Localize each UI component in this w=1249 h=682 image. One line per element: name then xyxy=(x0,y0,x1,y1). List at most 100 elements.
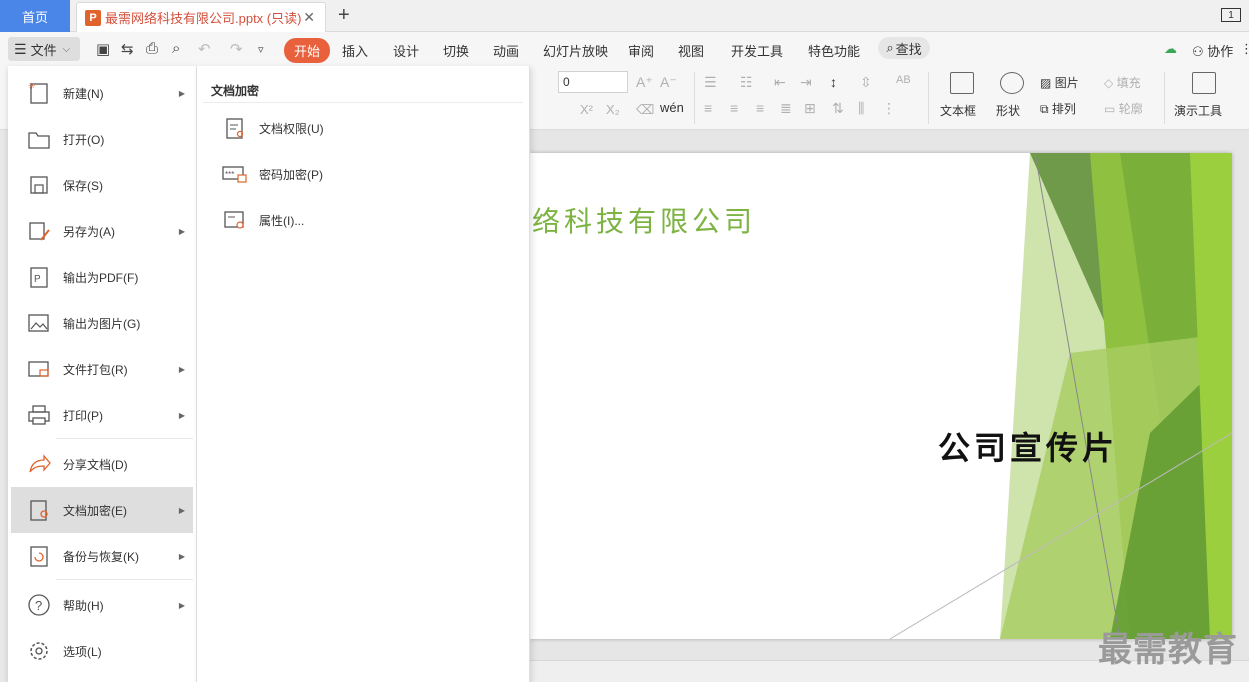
print-icon[interactable]: ⎙ xyxy=(146,40,158,57)
list-more-icon[interactable]: ⋮ xyxy=(882,100,896,117)
arrange-button[interactable]: ⧉ 排列 xyxy=(1040,100,1076,117)
increase-font-icon[interactable]: A⁺ xyxy=(636,74,653,91)
shape-button[interactable]: 形状 xyxy=(996,102,1020,119)
justify-icon[interactable]: ≣ xyxy=(780,100,792,117)
tab-document-title: 最需网络科技有限公司.pptx (只读) xyxy=(105,11,302,26)
tab-start[interactable]: 开始 xyxy=(284,38,331,63)
menu-item-new[interactable]: ✳ 新建(N) ▶ xyxy=(11,70,193,116)
clear-format-icon[interactable]: ⌫ xyxy=(636,102,654,118)
decrease-indent-icon[interactable]: ⇤ xyxy=(774,74,786,91)
tab-slideshow[interactable]: 幻灯片放映 xyxy=(543,41,608,60)
subscript-icon[interactable]: X₂ xyxy=(606,102,620,117)
menu-item-share[interactable]: 分享文档(D) xyxy=(11,441,193,487)
menu-item-package[interactable]: 文件打包(R) ▶ xyxy=(11,346,193,392)
tab-special[interactable]: 特色功能 xyxy=(808,41,860,60)
menu-item-save[interactable]: 保存(S) xyxy=(11,162,193,208)
align-center-icon[interactable]: ≡ xyxy=(730,100,738,116)
fill-icon: ◇ xyxy=(1104,76,1114,90)
customize-dropdown-icon[interactable]: ▿ xyxy=(258,43,264,56)
tab-view[interactable]: 视图 xyxy=(678,41,704,60)
superscript-icon[interactable]: X² xyxy=(580,102,593,117)
submenu-item-label: 属性(I)... xyxy=(259,213,305,228)
numbered-list-icon[interactable]: ☷ xyxy=(740,74,753,91)
backup-icon xyxy=(25,542,53,570)
outline-label: 轮廓 xyxy=(1118,102,1143,116)
menu-item-options[interactable]: 选项(L) xyxy=(11,628,193,674)
presentation-tools-button[interactable]: 演示工具 xyxy=(1174,102,1222,119)
submenu-arrow-icon: ▶ xyxy=(178,410,185,420)
tab-insert[interactable]: 插入 xyxy=(342,41,368,60)
menu-item-export-pdf[interactable]: P 输出为PDF(F) xyxy=(11,254,193,300)
decrease-font-icon[interactable]: A⁻ xyxy=(660,74,677,91)
text-direction-icon[interactable]: ⇳ xyxy=(860,74,872,91)
save-icon xyxy=(25,171,53,199)
submenu-heading: 文档加密 xyxy=(211,84,260,98)
phonetic-icon[interactable]: wén xyxy=(660,100,684,115)
tab-review[interactable]: 审阅 xyxy=(628,41,654,60)
menu-item-label: 输出为PDF(F) xyxy=(63,270,139,285)
menu-item-save-as[interactable]: 另存为(A) ▶ xyxy=(11,208,193,254)
bullet-list-icon[interactable]: ☰ xyxy=(704,74,717,91)
svg-text:P: P xyxy=(34,274,41,285)
file-menu-button[interactable]: ☰ 文件 ⌵ xyxy=(8,37,80,61)
undo-icon[interactable]: ↶ xyxy=(198,40,211,58)
text-box-icon[interactable] xyxy=(950,72,974,94)
more-icon[interactable]: ⋮ xyxy=(1240,41,1249,57)
menu-row: ☰ 文件 ⌵ ▣ ⇆ ⎙ ⌕ ↶ ↷ ▿ 开始 插入 设计 切换 动画 幻灯片放… xyxy=(0,32,1249,66)
menu-separator xyxy=(56,438,193,439)
tab-document[interactable]: P 最需网络科技有限公司.pptx (只读) ✕ xyxy=(76,2,326,32)
columns-icon[interactable]: ⫼ xyxy=(858,100,864,117)
menu-item-export-image[interactable]: 输出为图片(G) xyxy=(11,300,193,346)
menu-item-print[interactable]: 打印(P) ▶ xyxy=(11,392,193,438)
print-preview-icon[interactable]: ⌕ xyxy=(172,40,180,57)
presentation-tools-icon[interactable] xyxy=(1192,72,1216,94)
menu-item-label: 文档加密(E) xyxy=(63,503,127,518)
distribute-icon[interactable]: ⊞ xyxy=(804,100,816,117)
submenu-item-permissions[interactable]: 文档权限(U) xyxy=(221,111,501,145)
ribbon-separator xyxy=(928,72,929,124)
submenu-arrow-icon: ▶ xyxy=(178,505,185,515)
search-button[interactable]: ⌕ 查找 xyxy=(878,37,930,59)
paragraph-spacing-icon[interactable]: ⇅ xyxy=(832,100,844,117)
slide-title[interactable]: 公司宣传片 xyxy=(938,423,1118,469)
menu-item-encrypt[interactable]: 文档加密(E) ▶ xyxy=(11,487,193,533)
window-count-badge[interactable]: 1 xyxy=(1221,8,1241,22)
menu-item-label: 另存为(A) xyxy=(63,224,115,239)
shape-icon[interactable] xyxy=(1000,72,1024,94)
help-icon: ? xyxy=(25,591,53,619)
menu-item-label: 保存(S) xyxy=(63,178,103,193)
menu-item-help[interactable]: ? 帮助(H) ▶ xyxy=(11,582,193,628)
submenu-arrow-icon: ▶ xyxy=(178,88,185,98)
collab-button[interactable]: ⚇ 协作 xyxy=(1192,41,1233,60)
close-tab-icon[interactable]: ✕ xyxy=(303,9,315,26)
new-tab-icon[interactable]: + xyxy=(338,4,350,27)
tab-developer[interactable]: 开发工具 xyxy=(731,41,783,60)
align-right-icon[interactable]: ≡ xyxy=(756,100,764,116)
increase-indent-icon[interactable]: ⇥ xyxy=(800,74,812,91)
share-icon[interactable]: ⇆ xyxy=(121,40,134,58)
menu-item-open[interactable]: 打开(O) xyxy=(11,116,193,162)
line-spacing-icon[interactable]: ↕ xyxy=(830,74,837,90)
package-icon xyxy=(25,355,53,383)
submenu-item-password[interactable]: *** 密码加密(P) xyxy=(221,157,501,191)
align-left-icon[interactable]: ≡ xyxy=(704,100,712,116)
picture-button[interactable]: ▨ 图片 xyxy=(1040,74,1079,91)
save-icon[interactable]: ▣ xyxy=(96,40,110,58)
text-align-icon[interactable]: AB xyxy=(896,74,911,86)
cloud-sync-icon[interactable]: ☁ xyxy=(1164,41,1177,57)
menu-item-backup[interactable]: 备份与恢复(K) ▶ xyxy=(11,533,193,579)
outline-button[interactable]: ▭ 轮廓 xyxy=(1104,100,1143,117)
tab-home[interactable]: 首页 xyxy=(0,0,70,32)
folder-open-icon xyxy=(25,125,53,153)
font-size-field[interactable]: 0 xyxy=(558,71,628,93)
tab-animation[interactable]: 动画 xyxy=(493,41,519,60)
tab-transition[interactable]: 切换 xyxy=(443,41,469,60)
svg-text:?: ? xyxy=(35,598,42,613)
fill-button[interactable]: ◇ 填充 xyxy=(1104,74,1141,91)
slide-company-name[interactable]: 络科技有限公司 xyxy=(532,200,756,240)
redo-icon[interactable]: ↷ xyxy=(230,40,243,58)
arrange-icon: ⧉ xyxy=(1040,102,1049,116)
tab-design[interactable]: 设计 xyxy=(393,41,419,60)
submenu-item-properties[interactable]: 属性(I)... xyxy=(221,203,501,237)
text-box-button[interactable]: 文本框 xyxy=(940,102,976,119)
